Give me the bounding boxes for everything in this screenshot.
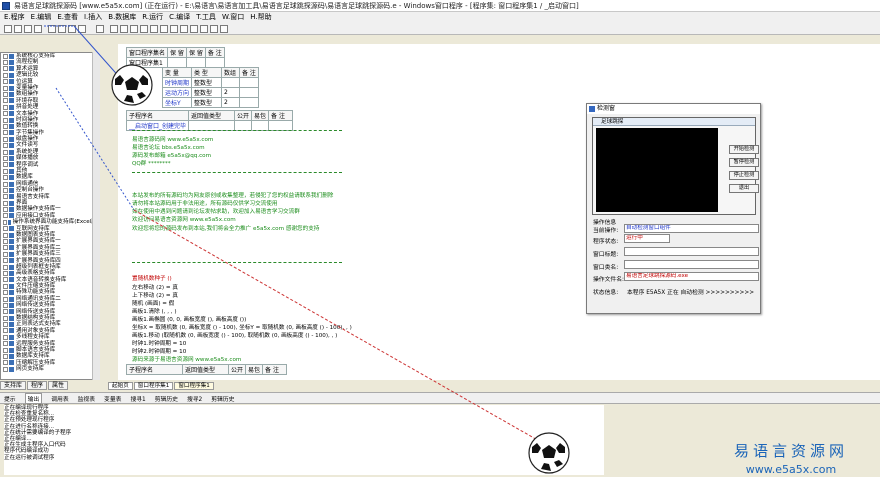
path-line-red	[133, 209, 549, 447]
soccer-ball-icon[interactable]	[527, 431, 571, 475]
soccer-ball-icon[interactable]	[110, 63, 154, 107]
brand-url: www.e5a5x.com	[745, 463, 837, 476]
watermark: 易语言资源网 www.e5a5x.com	[706, 440, 876, 476]
brand-name: 易语言资源网	[733, 442, 848, 460]
